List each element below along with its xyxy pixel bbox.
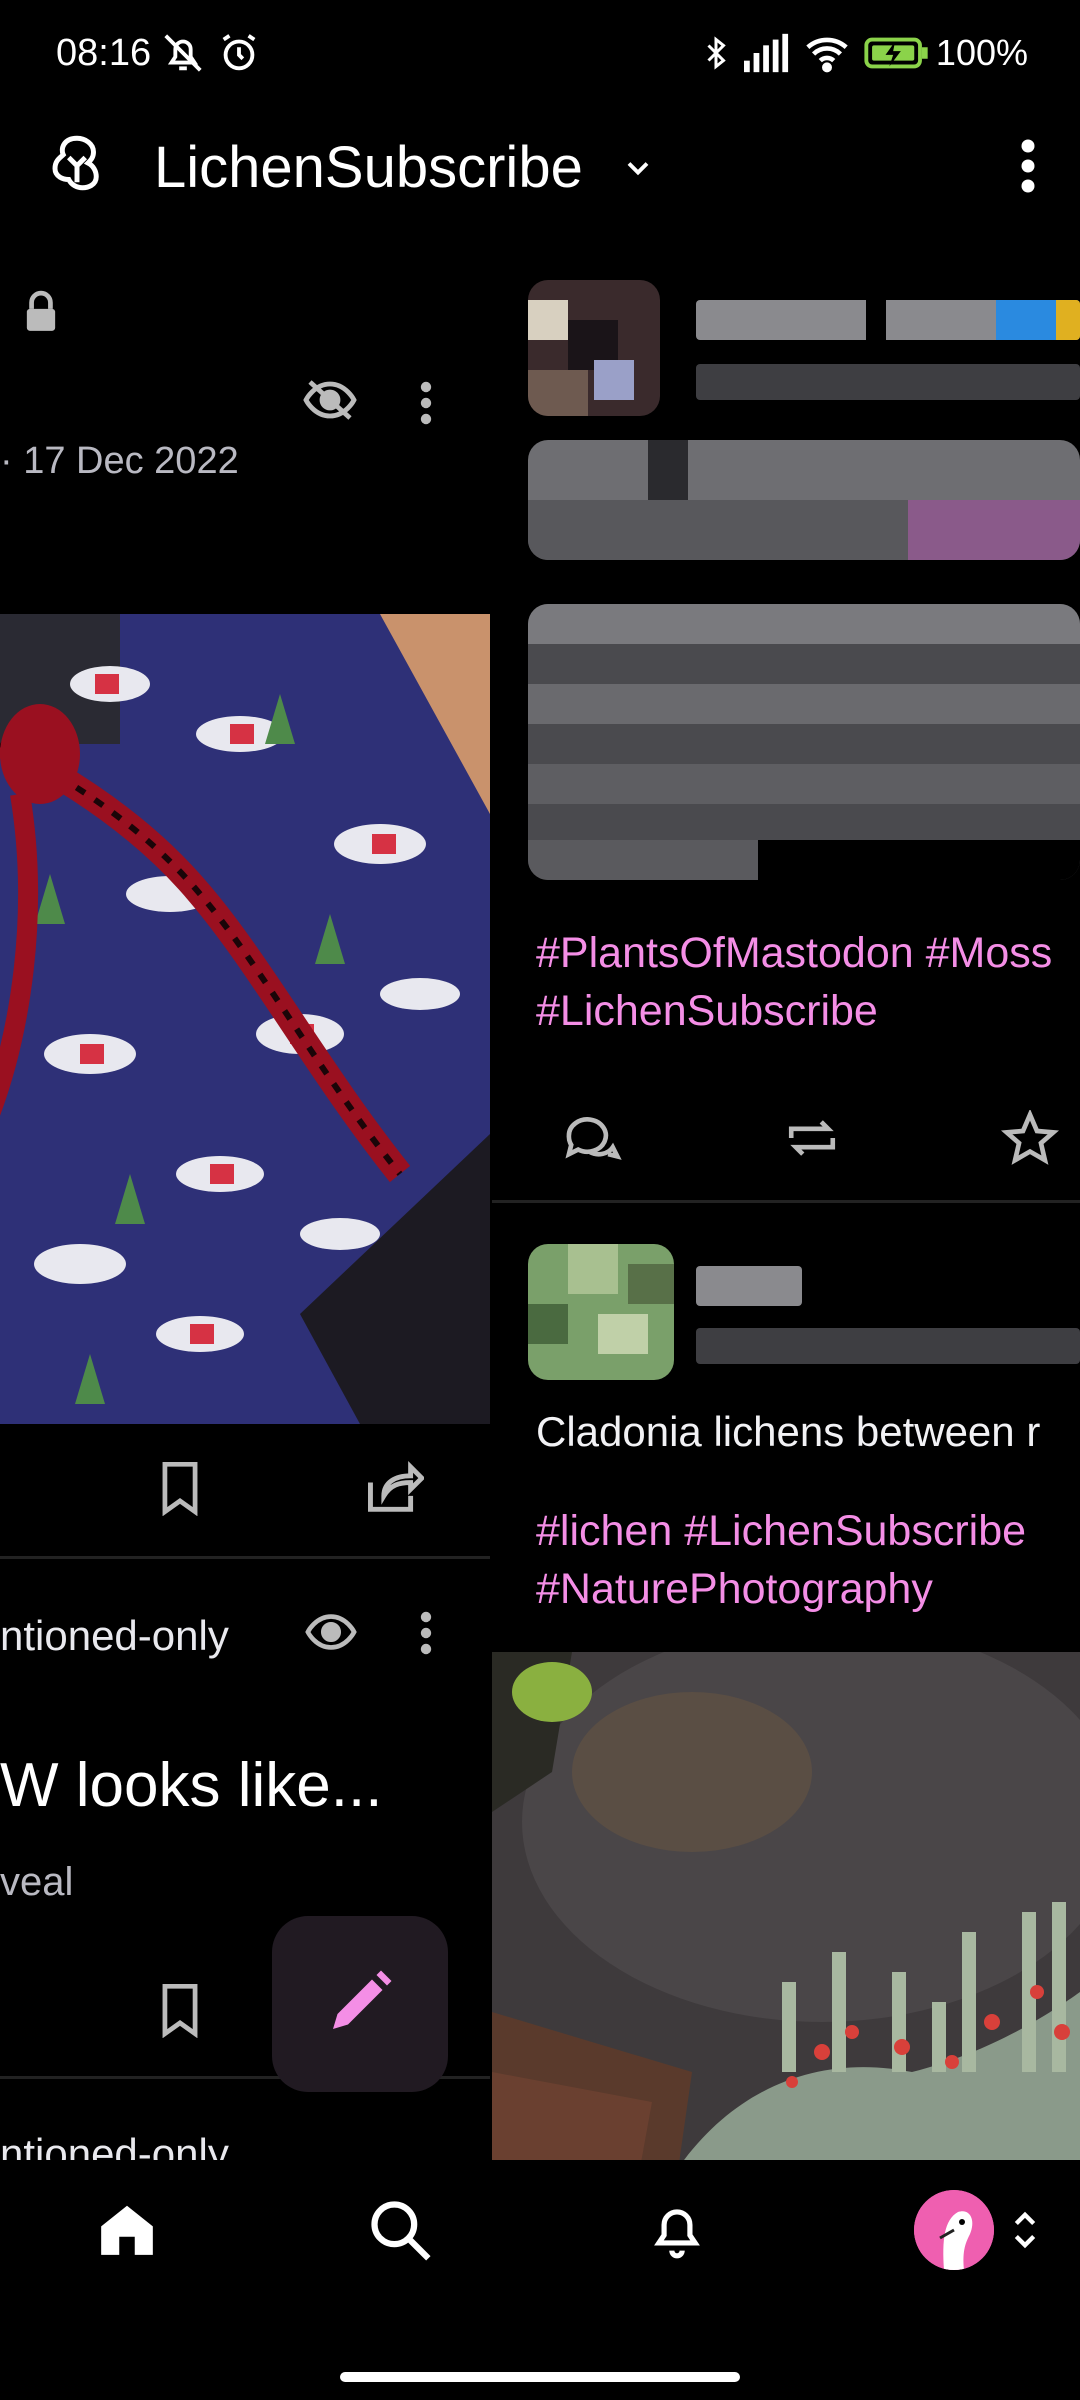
reveal-label[interactable]: veal (0, 1860, 73, 1905)
avatar[interactable] (528, 1244, 674, 1380)
status-bar: 08:16 100% (0, 0, 1080, 110)
hashtag-line[interactable]: #LichenSubscribe (536, 982, 878, 1040)
post-image-gift[interactable] (0, 614, 490, 1424)
reply-icon[interactable] (562, 1110, 622, 1171)
bookmark-icon[interactable] (158, 1460, 202, 1521)
hashtag-line[interactable]: #lichen #LichenSubscribe (536, 1502, 1026, 1560)
visibility-label: ntioned-only (0, 2130, 229, 2160)
home-icon[interactable] (96, 2196, 158, 2267)
post-menu-icon[interactable] (418, 378, 434, 433)
avatar[interactable] (528, 280, 660, 416)
bell-icon[interactable] (646, 2196, 708, 2269)
post-text: Cladonia lichens between r (536, 1408, 1041, 1455)
divider (492, 1200, 1080, 1203)
pencil-icon (324, 1966, 396, 2043)
battery-percent: 100% (935, 32, 1028, 73)
overflow-menu-icon[interactable] (1018, 136, 1038, 201)
boost-icon[interactable] (782, 1110, 842, 1171)
app-bar: LichenSubscribe (0, 110, 1080, 280)
post-menu-icon[interactable] (418, 1608, 434, 1663)
left-column: · 17 Dec 2022 ntioned-only W looks like.… (0, 260, 490, 2160)
right-column: #PlantsOfMastodon #Moss #LichenSubscribe… (492, 260, 1080, 2160)
hashtag-line[interactable]: #PlantsOfMastodon #Moss (536, 924, 1052, 982)
mute-icon (160, 30, 206, 81)
post-text-redacted (528, 604, 1080, 880)
status-time: 08:16 (56, 32, 152, 74)
alarm-icon (216, 30, 262, 81)
content-warning-title[interactable]: W looks like... (0, 1750, 382, 1821)
author-name-redacted (696, 300, 1080, 340)
eye-off-icon[interactable] (302, 378, 358, 427)
battery-icon (864, 30, 930, 81)
bookmark-icon[interactable] (158, 1982, 202, 2043)
post-text-redacted (528, 440, 1080, 560)
author-handle-redacted (696, 1328, 1080, 1364)
divider (0, 1556, 490, 1559)
visibility-label: ntioned-only (0, 1612, 229, 1659)
compose-button[interactable] (272, 1916, 448, 2092)
share-icon[interactable] (366, 1460, 426, 1519)
lock-icon (22, 290, 60, 339)
wifi-icon (802, 30, 852, 81)
signal-icon (742, 30, 792, 81)
account-switch-icon[interactable] (1012, 2208, 1038, 2257)
eye-icon[interactable] (304, 1612, 358, 1657)
author-name-redacted (696, 1266, 802, 1306)
hashtag-line[interactable]: #NaturePhotography (536, 1560, 933, 1618)
bottom-nav (0, 2160, 1080, 2400)
favourite-icon[interactable] (1000, 1108, 1060, 1171)
avatar[interactable] (914, 2190, 994, 2270)
bluetooth-icon (698, 30, 734, 81)
home-indicator (340, 2372, 740, 2382)
app-logo-icon (44, 130, 110, 196)
author-handle-redacted (696, 364, 1080, 400)
search-icon[interactable] (366, 2196, 434, 2269)
chevron-down-icon[interactable] (620, 150, 656, 191)
post-date: · 17 Dec 2022 (0, 440, 239, 482)
page-title[interactable]: LichenSubscribe (154, 134, 583, 201)
post-image-lichen[interactable] (492, 1652, 1080, 2160)
